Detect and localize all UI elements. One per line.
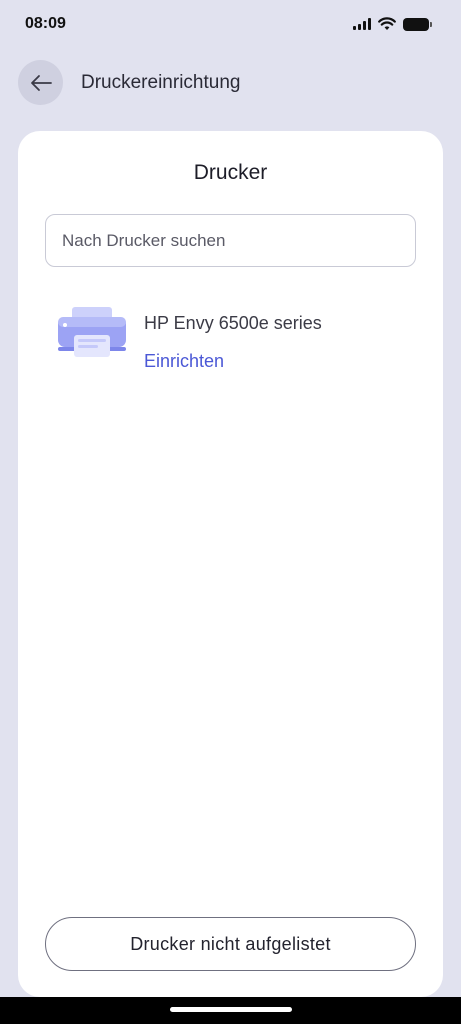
printer-list-item[interactable]: HP Envy 6500e series Einrichten (56, 303, 416, 383)
header: Druckereinrichtung (0, 58, 461, 108)
arrow-left-icon (30, 74, 52, 91)
wifi-icon (378, 17, 396, 30)
status-icons (353, 15, 432, 33)
printer-icon (58, 307, 126, 357)
status-bar: 08:09 (0, 0, 461, 48)
printer-name: HP Envy 6500e series (144, 313, 322, 333)
battery-icon (403, 17, 432, 31)
back-button[interactable] (18, 60, 63, 105)
signal-icon (353, 18, 371, 30)
printer-card: Drucker HP Envy 6500e series Einrichten … (18, 131, 443, 997)
setup-printer-link[interactable]: Einrichten (144, 351, 224, 372)
page-title: Druckereinrichtung (81, 72, 241, 93)
home-indicator[interactable] (170, 1007, 292, 1012)
status-time: 08:09 (25, 15, 66, 32)
printer-not-listed-button[interactable]: Drucker nicht aufgelistet (45, 917, 416, 971)
search-box (45, 214, 416, 267)
home-bar (0, 997, 461, 1024)
search-input[interactable] (46, 215, 415, 266)
card-title: Drucker (193, 161, 268, 184)
